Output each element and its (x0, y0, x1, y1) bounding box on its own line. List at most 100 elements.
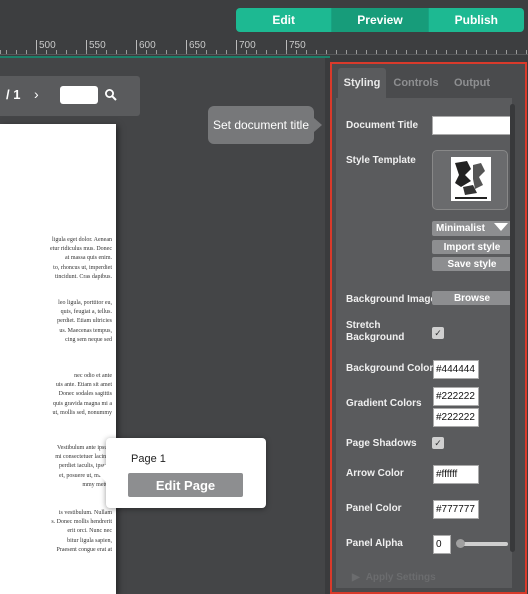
stretch-background-checkbox[interactable]: ✓ (432, 327, 444, 339)
style-template-label: Style Template (346, 155, 416, 166)
ruler-minor-tick (496, 50, 497, 54)
ruler-minor-tick (226, 50, 227, 54)
ruler-minor-tick (106, 50, 107, 54)
tab-output[interactable]: Output (444, 68, 500, 98)
arrow-color-input[interactable] (433, 465, 479, 484)
ruler-minor-tick (276, 50, 277, 54)
apply-settings-button[interactable]: ▶ Apply Settings (352, 572, 436, 583)
ruler-minor-tick (326, 50, 327, 54)
style-template-thumbnail[interactable] (432, 150, 508, 210)
tab-styling[interactable]: Styling (338, 68, 386, 98)
gradient-color-1-input[interactable] (433, 387, 479, 406)
page-shadows-checkbox[interactable]: ✓ (432, 437, 444, 449)
document-title-label: Document Title (346, 120, 419, 131)
panel-tabs: Styling Controls Output (336, 68, 522, 98)
background-color-label: Background Color (346, 363, 434, 374)
ruler-minor-tick (116, 50, 117, 54)
ruler-minor-tick (296, 50, 297, 54)
ruler-minor-tick (446, 50, 447, 54)
chevron-right-icon[interactable]: › (34, 86, 39, 102)
ruler-minor-tick (376, 50, 377, 54)
ruler-minor-tick (96, 50, 97, 54)
panel-alpha-slider-handle[interactable] (456, 539, 465, 548)
document-title-input[interactable] (432, 116, 512, 135)
import-style-button[interactable]: Import style (432, 240, 512, 254)
ruler-minor-tick (366, 50, 367, 54)
panel-alpha-input[interactable] (433, 535, 451, 554)
ruler-minor-tick (386, 50, 387, 54)
ruler-minor-tick (406, 50, 407, 54)
panel-color-input[interactable] (433, 500, 479, 519)
settings-panel: Styling Controls Output Document Title S… (330, 62, 527, 594)
ruler-minor-tick (236, 50, 237, 54)
text-paragraph: nec odio et ante uis ante. Etiam sit amet… (52, 373, 112, 416)
gradient-colors-label: Gradient Colors (346, 398, 422, 409)
ruler-minor-tick (166, 50, 167, 54)
page-search-input[interactable] (60, 86, 98, 104)
text-paragraph: leo ligula, porttitor eu, quis, feugiat a… (57, 300, 112, 343)
text-paragraph: is vestibulum. Nullam s. Donec mollis hen… (51, 510, 112, 553)
ruler-minor-tick (176, 50, 177, 54)
tab-controls[interactable]: Controls (388, 68, 444, 98)
ruler-minor-tick (136, 50, 137, 54)
ruler-minor-tick (26, 50, 27, 54)
publish-button[interactable]: Publish (427, 8, 524, 32)
ruler-minor-tick (36, 50, 37, 54)
ruler-minor-tick (516, 50, 517, 54)
ruler-minor-tick (396, 50, 397, 54)
panel-alpha-label: Panel Alpha (346, 538, 403, 549)
panel-color-label: Panel Color (346, 503, 402, 514)
ruler-minor-tick (506, 50, 507, 54)
preview-mode-button[interactable]: Preview (331, 8, 428, 32)
ruler-minor-tick (356, 50, 357, 54)
page-count: / 1 (6, 87, 21, 102)
apply-settings-label: Apply Settings (365, 572, 436, 583)
ruler-minor-tick (256, 50, 257, 54)
ruler-minor-tick (206, 50, 207, 54)
ruler-minor-tick (146, 50, 147, 54)
ruler-minor-tick (306, 50, 307, 54)
ruler-minor-tick (336, 50, 337, 54)
ruler-minor-tick (466, 50, 467, 54)
ruler-minor-tick (16, 50, 17, 54)
ruler-label (0, 40, 1, 52)
ruler-minor-tick (346, 50, 347, 54)
ruler-minor-tick (86, 50, 87, 54)
ruler-minor-tick (456, 50, 457, 54)
ruler-minor-tick (6, 50, 7, 54)
ruler: 500 550 600 650 700 750 (0, 40, 528, 55)
ruler-minor-tick (436, 50, 437, 54)
text-paragraph: ligula eget dolor. Aenean etur ridiculus … (50, 237, 112, 280)
edit-page-button[interactable]: Edit Page (128, 473, 243, 497)
ruler-minor-tick (76, 50, 77, 54)
document-page: ligula eget dolor. Aenean etur ridiculus … (0, 124, 116, 594)
ruler-minor-tick (216, 50, 217, 54)
chevron-down-icon (494, 223, 508, 234)
ruler-minor-tick (126, 50, 127, 54)
ruler-minor-tick (526, 50, 527, 54)
style-template-select[interactable]: Minimalist (432, 221, 512, 236)
ruler-minor-tick (156, 50, 157, 54)
search-icon[interactable] (104, 88, 118, 102)
ruler-minor-tick (196, 50, 197, 54)
ruler-minor-tick (56, 50, 57, 54)
edit-mode-button[interactable]: Edit (236, 8, 332, 32)
ruler-minor-tick (416, 50, 417, 54)
play-icon: ▶ (352, 572, 360, 583)
ruler-minor-tick (316, 50, 317, 54)
gradient-color-2-input[interactable] (433, 408, 479, 427)
ruler-minor-tick (476, 50, 477, 54)
ruler-minor-tick (186, 50, 187, 54)
arrow-color-label: Arrow Color (346, 468, 404, 479)
save-style-button[interactable]: Save style (432, 257, 512, 271)
popup-page-title: Page 1 (131, 453, 166, 465)
style-template-selected: Minimalist (436, 223, 485, 234)
ruler-minor-tick (66, 50, 67, 54)
background-image-label: Background Image (346, 294, 437, 305)
mode-switch: Edit Preview Publish (236, 8, 524, 32)
browse-button[interactable]: Browse (432, 291, 512, 305)
background-color-input[interactable] (433, 360, 479, 379)
styling-panel-body: Document Title Style Template Minimalist… (336, 98, 512, 588)
panel-alpha-slider-track[interactable] (458, 542, 508, 546)
panel-scrollbar[interactable] (510, 104, 515, 552)
